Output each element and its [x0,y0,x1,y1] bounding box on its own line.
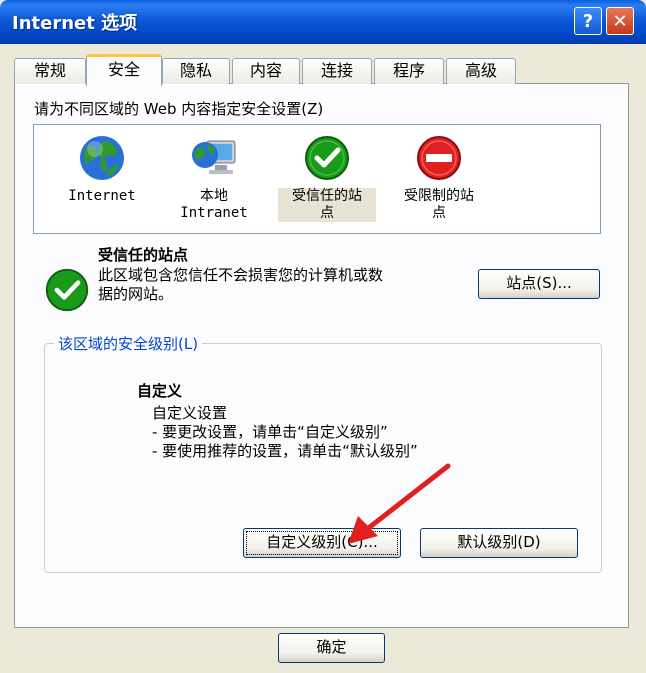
help-button[interactable]: ? [574,7,602,35]
sites-button[interactable]: 站点(S)... [478,269,600,299]
zone-local-intranet[interactable]: 本地 Intranet [174,133,254,222]
zone-intranet-label-2: Intranet [180,205,248,221]
internet-options-window: Internet 选项 ? ✕ 常规 安全 隐私 内容 连接 程序 高级 请为不… [0,0,646,673]
security-level-line-3: - 要使用推荐的设置，请单击“默认级别” [152,442,418,460]
tab-connections[interactable]: 连接 [302,58,372,84]
tab-content[interactable]: 内容 [232,58,300,84]
intranet-computer-icon [192,140,236,174]
ok-button[interactable]: 确定 [278,633,385,663]
security-level-line-1: 自定义设置 [152,404,228,422]
zone-prompt-label: 请为不同区域的 Web 内容指定安全设置(Z) [34,100,324,118]
zone-internet-label: Internet [68,188,136,204]
restricted-no-entry-icon [417,136,461,180]
security-level-line-2: - 要更改设置，请单击“自定义级别” [152,423,388,441]
title-bar[interactable]: Internet 选项 ? ✕ [0,0,646,44]
trusted-check-icon [305,136,349,180]
close-button[interactable]: ✕ [606,7,634,35]
zone-trusted-label-1: 受信任的站 [278,188,376,205]
tab-general[interactable]: 常规 [14,58,86,84]
security-level-title: 自定义 [137,382,183,400]
zone-trusted-sites[interactable]: 受信任的站 点 [278,133,376,222]
zone-intranet-label-1: 本地 [200,188,228,204]
zone-internet[interactable]: Internet [62,133,142,205]
selected-zone-title: 受信任的站点 [98,246,189,264]
zone-list: Internet 本地 Intranet 受信任的站 点 受限制的站 点 [33,124,601,234]
selected-zone-description: 此区域包含您信任不会损害您的计算机或数据的网站。 [98,266,384,303]
zone-restricted-label-1: 受限制的站 [404,188,474,204]
tab-programs[interactable]: 程序 [374,58,444,84]
selected-zone-check-icon [45,268,89,312]
window-title: Internet 选项 [12,13,138,34]
zone-restricted-label-2: 点 [432,205,446,221]
security-level-group-label: 该区域的安全级别(L) [54,333,203,354]
zone-trusted-label-2: 点 [278,205,376,222]
tab-advanced[interactable]: 高级 [446,58,516,84]
globe-icon [80,136,124,180]
tab-security[interactable]: 安全 [86,54,162,86]
zone-restricted-sites[interactable]: 受限制的站 点 [390,133,488,222]
annotation-arrow-icon [348,463,451,544]
tab-privacy[interactable]: 隐私 [162,58,230,84]
